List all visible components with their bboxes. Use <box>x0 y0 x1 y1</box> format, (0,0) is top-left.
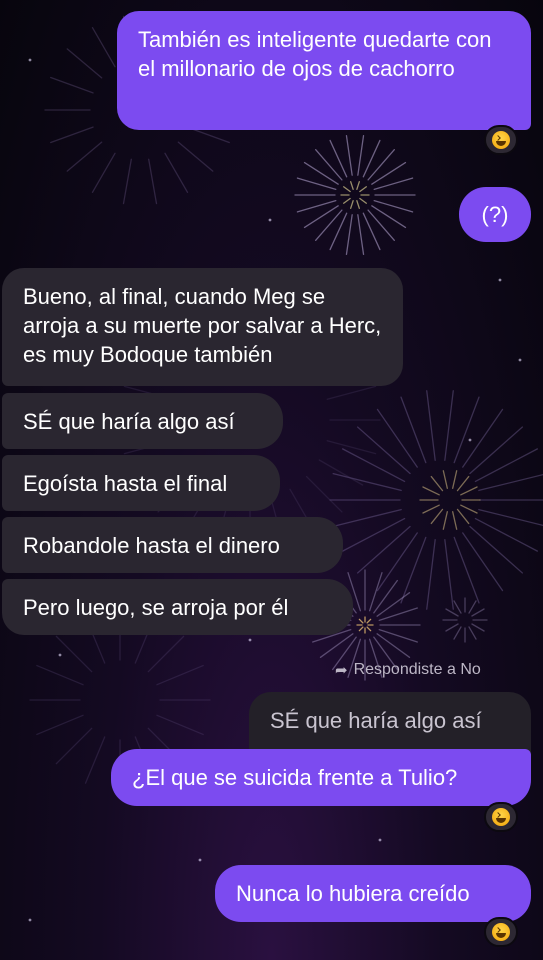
incoming-message[interactable]: Bueno, al final, cuando Meg se arroja a … <box>2 268 403 386</box>
grinning-squint-emoji-icon <box>492 131 510 149</box>
grinning-squint-emoji-icon <box>492 923 510 941</box>
message-text: Pero luego, se arroja por él <box>23 595 289 620</box>
message-text: Egoísta hasta el final <box>23 471 228 496</box>
message-text: También es inteligente quedarte con el m… <box>138 27 492 81</box>
reply-arrow-icon: ➦ <box>335 662 348 679</box>
incoming-message[interactable]: Robandole hasta el dinero <box>2 517 343 573</box>
outgoing-message[interactable]: (?) <box>459 187 531 242</box>
outgoing-message[interactable]: ¿El que se suicida frente a Tulio? <box>111 749 531 806</box>
reply-indicator: ➦ Respondiste a No <box>335 661 481 679</box>
message-text: ¿El que se suicida frente a Tulio? <box>132 765 458 790</box>
message-text: SÉ que haría algo así <box>23 409 235 434</box>
message-text: Bueno, al final, cuando Meg se arroja a … <box>23 284 382 367</box>
outgoing-message[interactable]: Nunca lo hubiera creído <box>215 865 531 922</box>
message-reaction[interactable] <box>484 917 518 947</box>
message-reaction[interactable] <box>484 125 518 155</box>
message-reaction[interactable] <box>484 802 518 832</box>
incoming-message[interactable]: Egoísta hasta el final <box>2 455 280 511</box>
quoted-text: SÉ que haría algo así <box>270 708 482 733</box>
incoming-message[interactable]: SÉ que haría algo así <box>2 393 283 449</box>
message-text: (?) <box>481 202 509 227</box>
grinning-squint-emoji-icon <box>492 808 510 826</box>
message-text: Nunca lo hubiera creído <box>236 881 470 906</box>
reply-label: Respondiste a No <box>353 661 481 678</box>
outgoing-message[interactable]: También es inteligente quedarte con el m… <box>117 11 531 130</box>
incoming-message[interactable]: Pero luego, se arroja por él <box>2 579 353 635</box>
message-text: Robandole hasta el dinero <box>23 533 280 558</box>
